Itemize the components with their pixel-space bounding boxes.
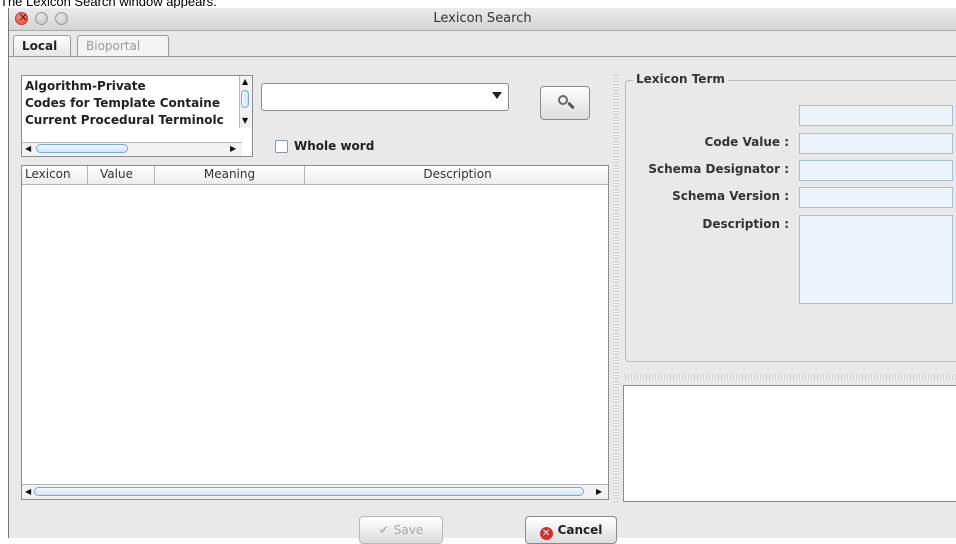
scroll-down-arrow-icon[interactable]: ▼ (242, 116, 248, 126)
description-label: Description : (702, 217, 789, 231)
schema-version-label: Schema Version : (672, 189, 789, 203)
results-table[interactable]: Lexicon Value Meaning Description ◀ ▶ (21, 165, 609, 500)
lexicon-term-legend: Lexicon Term (633, 72, 728, 86)
unlabeled-field[interactable] (799, 105, 953, 126)
schema-version-field[interactable] (799, 187, 953, 208)
scroll-thumb[interactable] (34, 487, 584, 496)
magnifier-handle (567, 101, 575, 110)
checkmark-icon: ✔ (378, 523, 389, 537)
column-header-meaning[interactable]: Meaning (155, 166, 305, 184)
detail-panel (623, 385, 956, 502)
scroll-left-arrow-icon[interactable]: ◀ (25, 144, 31, 154)
tab-divider (9, 56, 956, 57)
column-header-description[interactable]: Description (305, 166, 608, 184)
scroll-right-arrow-icon[interactable]: ▶ (596, 487, 602, 497)
title-bar[interactable]: Lexicon Search (9, 8, 956, 31)
lexicon-search-window: Lexicon Search Local Bioportal Algorithm… (8, 8, 956, 544)
column-header-lexicon[interactable]: Lexicon (22, 166, 88, 184)
list-item[interactable]: Codes for Template Containe (25, 96, 220, 110)
code-value-field[interactable] (799, 133, 953, 154)
search-combobox[interactable] (261, 83, 509, 111)
list-item[interactable]: Current Procedural Terminolc (25, 113, 224, 127)
description-field[interactable] (799, 215, 953, 304)
search-button[interactable] (540, 86, 590, 120)
lexicon-list-horizontal-scrollbar[interactable]: ◀ ▶ (22, 142, 242, 156)
save-label: Save (393, 523, 424, 537)
table-header: Lexicon Value Meaning Description (22, 166, 608, 185)
lexicon-list[interactable]: Algorithm-Private Codes for Template Con… (21, 75, 253, 157)
chevron-down-icon[interactable] (492, 92, 502, 99)
scroll-left-arrow-icon[interactable]: ◀ (25, 487, 31, 497)
list-item[interactable]: Algorithm-Private (25, 79, 146, 93)
column-header-value[interactable]: Value (88, 166, 155, 184)
schema-designator-label: Schema Designator : (648, 162, 789, 176)
code-value-label: Code Value : (704, 135, 789, 149)
table-horizontal-scrollbar[interactable]: ◀ ▶ (22, 484, 608, 499)
split-pane-divider[interactable] (613, 75, 619, 502)
horizontal-split-divider[interactable] (625, 374, 956, 380)
save-button[interactable]: ✔ Save (359, 516, 443, 544)
scroll-right-arrow-icon[interactable]: ▶ (230, 144, 236, 154)
whole-word-checkbox[interactable] (275, 140, 288, 153)
whole-word-label[interactable]: Whole word (294, 139, 374, 153)
scroll-thumb[interactable] (241, 90, 249, 108)
lexicon-list-vertical-scrollbar[interactable]: ▲ ▼ (239, 76, 252, 128)
cancel-button[interactable]: ✕ Cancel (525, 516, 617, 544)
tab-local[interactable]: Local (13, 35, 71, 56)
scroll-thumb[interactable] (36, 144, 128, 153)
cancel-label: Cancel (557, 523, 603, 537)
scroll-up-arrow-icon[interactable]: ▲ (242, 77, 248, 87)
window-title: Lexicon Search (433, 11, 532, 26)
schema-designator-field[interactable] (799, 160, 953, 181)
tab-bioportal[interactable]: Bioportal (77, 35, 169, 56)
cancel-icon: ✕ (539, 527, 553, 540)
